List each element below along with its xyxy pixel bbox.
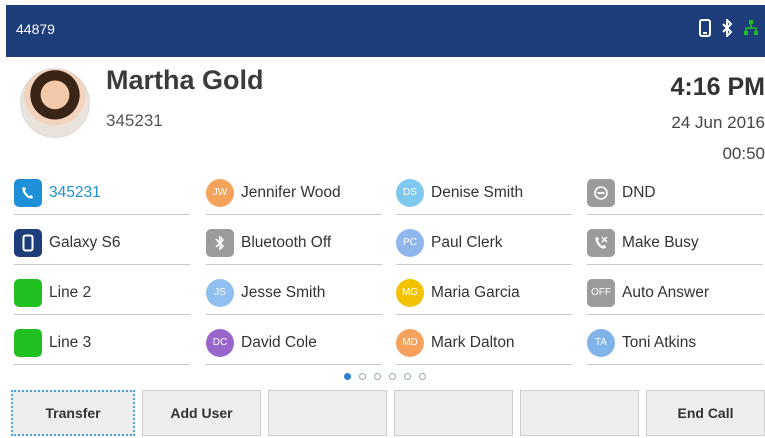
page-dot-4[interactable] bbox=[389, 373, 396, 380]
key-line-1[interactable]: 345231 bbox=[14, 171, 190, 215]
key-label: Jennifer Wood bbox=[241, 183, 341, 201]
contact-avatar-icon: DC bbox=[206, 328, 234, 357]
programmable-keys-grid: 345231 Galaxy S6 Line 2 Line 3 JW Jennif… bbox=[14, 171, 765, 366]
key-label: Line 3 bbox=[49, 333, 92, 351]
key-label: DND bbox=[622, 183, 656, 201]
key-label: Auto Answer bbox=[622, 283, 710, 301]
contact-avatar-icon: JS bbox=[206, 278, 234, 307]
key-auto-answer[interactable]: OFF Auto Answer bbox=[587, 271, 763, 315]
key-contact-paul-clerk[interactable]: PC Paul Clerk bbox=[396, 221, 572, 265]
contact-avatar-icon: MG bbox=[396, 278, 424, 307]
key-galaxy-s6[interactable]: Galaxy S6 bbox=[14, 221, 190, 265]
phone-handset-icon bbox=[699, 19, 711, 37]
contact-avatar-icon: PC bbox=[396, 228, 424, 257]
key-contact-denise-smith[interactable]: DS Denise Smith bbox=[396, 171, 572, 215]
bluetooth-icon bbox=[206, 228, 234, 257]
key-label: Make Busy bbox=[622, 233, 699, 251]
key-make-busy[interactable]: Make Busy bbox=[587, 221, 763, 265]
clock-time: 4:16 PM bbox=[670, 73, 765, 101]
contact-avatar-icon: TA bbox=[587, 328, 615, 357]
key-label: Toni Atkins bbox=[622, 333, 697, 351]
clock-date: 24 Jun 2016 bbox=[671, 113, 765, 132]
phone-screen: 44879 Martha Gold 345231 4:16 PM 24 Jun … bbox=[6, 5, 765, 438]
page-dot-2[interactable] bbox=[359, 373, 366, 380]
key-label: Line 2 bbox=[49, 283, 92, 301]
call-duration: 00:50 bbox=[722, 144, 765, 163]
page-dot-1[interactable] bbox=[344, 373, 351, 380]
key-label: Mark Dalton bbox=[431, 333, 515, 351]
key-contact-jennifer-wood[interactable]: JW Jennifer Wood bbox=[206, 171, 382, 215]
line-icon bbox=[14, 328, 42, 357]
auto-answer-icon: OFF bbox=[587, 278, 615, 307]
key-label: 345231 bbox=[49, 183, 101, 201]
key-contact-toni-atkins[interactable]: TA Toni Atkins bbox=[587, 321, 763, 365]
softkey-blank-5[interactable] bbox=[520, 390, 639, 436]
page-dot-5[interactable] bbox=[404, 373, 411, 380]
contact-avatar-icon: MD bbox=[396, 328, 424, 357]
page-dot-6[interactable] bbox=[419, 373, 426, 380]
key-label: David Cole bbox=[241, 333, 317, 351]
contact-avatar-icon: JW bbox=[206, 178, 234, 207]
make-busy-icon bbox=[587, 228, 615, 257]
key-bluetooth-off[interactable]: Bluetooth Off bbox=[206, 221, 382, 265]
key-label: Bluetooth Off bbox=[241, 233, 332, 251]
network-icon bbox=[743, 19, 759, 37]
transfer-button[interactable]: Transfer bbox=[11, 390, 135, 436]
mobile-icon bbox=[14, 228, 42, 257]
softkey-blank-4[interactable] bbox=[394, 390, 513, 436]
key-label: Paul Clerk bbox=[431, 233, 503, 251]
key-label: Galaxy S6 bbox=[49, 233, 121, 251]
extension-number: 44879 bbox=[16, 21, 55, 37]
end-call-button[interactable]: End Call bbox=[646, 390, 765, 436]
page-indicator[interactable] bbox=[344, 373, 426, 380]
status-icons bbox=[699, 19, 759, 37]
caller-avatar bbox=[20, 68, 90, 138]
key-contact-jesse-smith[interactable]: JS Jesse Smith bbox=[206, 271, 382, 315]
page-dot-3[interactable] bbox=[374, 373, 381, 380]
softkey-blank-3[interactable] bbox=[268, 390, 387, 436]
softkey-bar: Transfer Add User End Call bbox=[11, 390, 765, 436]
key-contact-mark-dalton[interactable]: MD Mark Dalton bbox=[396, 321, 572, 365]
add-user-button[interactable]: Add User bbox=[142, 390, 261, 436]
key-line-2[interactable]: Line 2 bbox=[14, 271, 190, 315]
caller-number: 345231 bbox=[106, 111, 163, 130]
key-contact-maria-garcia[interactable]: MG Maria Garcia bbox=[396, 271, 572, 315]
caller-name: Martha Gold bbox=[106, 65, 264, 95]
key-label: Jesse Smith bbox=[241, 283, 326, 301]
dnd-icon bbox=[587, 178, 615, 207]
key-contact-david-cole[interactable]: DC David Cole bbox=[206, 321, 382, 365]
status-bar: 44879 bbox=[6, 5, 765, 57]
phone-icon bbox=[14, 178, 42, 207]
key-line-3[interactable]: Line 3 bbox=[14, 321, 190, 365]
line-icon bbox=[14, 278, 42, 307]
key-dnd[interactable]: DND bbox=[587, 171, 763, 215]
key-label: Denise Smith bbox=[431, 183, 524, 201]
contact-avatar-icon: DS bbox=[396, 178, 424, 207]
key-label: Maria Garcia bbox=[431, 283, 520, 301]
bluetooth-icon bbox=[721, 19, 733, 37]
